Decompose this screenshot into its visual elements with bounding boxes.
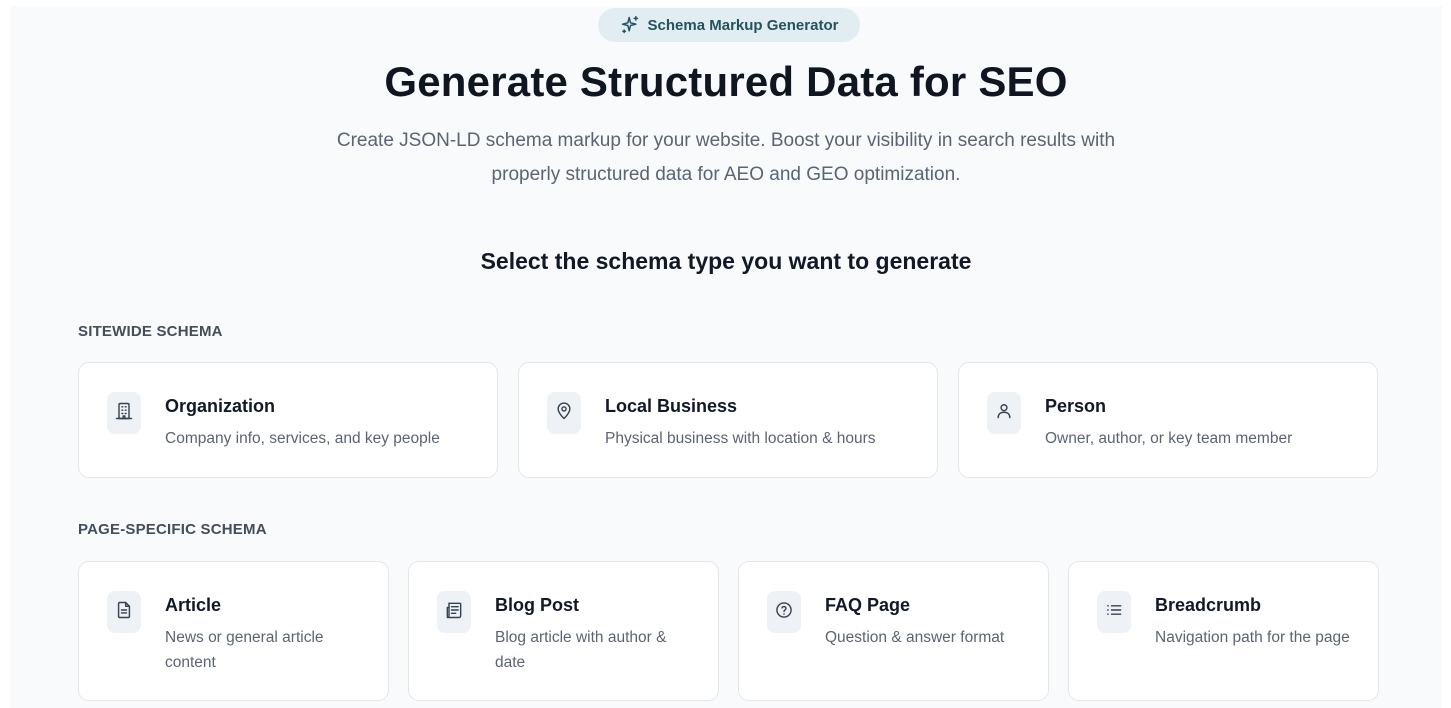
file-text-icon (114, 600, 134, 625)
card-description: Company info, services, and key people (165, 430, 440, 447)
page-subtitle: Create JSON-LD schema markup for your we… (336, 130, 1116, 185)
list-icon (1104, 600, 1124, 625)
schema-card-local-business[interactable]: Local Business Physical business with lo… (518, 362, 938, 478)
help-circle-icon (774, 600, 794, 625)
card-description: Blog article with author & date (495, 629, 667, 671)
card-title: Breadcrumb (1155, 595, 1262, 615)
schema-card-article[interactable]: Article News or general article content (78, 561, 389, 701)
card-title: Person (1045, 396, 1107, 416)
card-description: Physical business with location & hours (605, 430, 876, 447)
badge-label: Schema Markup Generator (647, 16, 839, 34)
card-title: FAQ Page (825, 595, 911, 615)
schema-card-organization[interactable]: Organization Company info, services, and… (78, 362, 498, 478)
map-pin-icon (554, 401, 574, 426)
schema-card-blog-post[interactable]: Blog Post Blog article with author & dat… (408, 561, 719, 701)
building-icon (114, 401, 134, 426)
newspaper-icon (444, 600, 464, 625)
card-title: Blog Post (495, 595, 579, 615)
card-title: Local Business (605, 396, 738, 416)
select-schema-heading: Select the schema type you want to gener… (480, 248, 972, 274)
schema-card-person[interactable]: Person Owner, author, or key team member (958, 362, 1378, 478)
card-description: Question & answer format (825, 629, 1005, 646)
card-title: Organization (165, 396, 276, 416)
schema-card-faq-page[interactable]: FAQ Page Question & answer format (738, 561, 1049, 701)
page-title: Generate Structured Data for SEO (384, 58, 1068, 105)
section-label-sitewide: SITEWIDE SCHEMA (78, 323, 223, 340)
generator-badge: Schema Markup Generator (598, 8, 860, 42)
user-icon (994, 401, 1014, 426)
section-label-page-specific: PAGE-SPECIFIC SCHEMA (78, 521, 267, 538)
card-description: Navigation path for the page (1155, 629, 1350, 646)
card-title: Article (165, 595, 222, 615)
schema-card-breadcrumb[interactable]: Breadcrumb Navigation path for the page (1068, 561, 1379, 701)
card-description: Owner, author, or key team member (1045, 430, 1293, 447)
page-container: Schema Markup Generator Generate Structu… (10, 6, 1442, 708)
card-description: News or general article content (165, 629, 324, 671)
sparkles-icon (620, 15, 640, 35)
